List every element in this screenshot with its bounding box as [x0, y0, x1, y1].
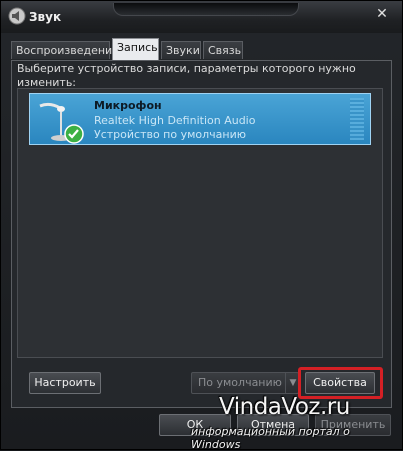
watermark-subtitle: информационный портал о Windows — [191, 425, 350, 451]
tab-sounds[interactable]: Звуки — [161, 41, 201, 59]
close-icon[interactable]: ✕ — [370, 5, 394, 23]
device-driver: Realtek High Definition Audio — [94, 114, 256, 127]
instruction-text: Выберите устройство записи, параметры ко… — [17, 62, 356, 89]
window-title: Звук — [29, 10, 62, 24]
default-check-icon — [64, 124, 84, 144]
tab-playback[interactable]: Воспроизведение — [11, 41, 119, 59]
title-decoration — [113, 3, 299, 16]
device-name: Микрофон — [94, 99, 162, 112]
title-bar[interactable]: Звук ✕ — [1, 1, 402, 33]
device-status: Устройство по умолчанию — [94, 128, 247, 141]
list-item-microphone[interactable]: Микрофон Realtek High Definition Audio У… — [29, 93, 371, 145]
tab-communications[interactable]: Связь — [203, 41, 243, 59]
configure-button[interactable]: Настроить — [29, 372, 101, 394]
speaker-icon — [8, 7, 26, 25]
tab-recording[interactable]: Запись — [112, 38, 159, 60]
set-default-button[interactable]: По умолчанию — [191, 372, 299, 394]
sound-dialog: Звук ✕ Воспроизведение Запись Звуки Связ… — [0, 0, 403, 451]
level-meter — [350, 98, 364, 140]
watermark-title: VindaVoz.ru — [219, 394, 350, 420]
